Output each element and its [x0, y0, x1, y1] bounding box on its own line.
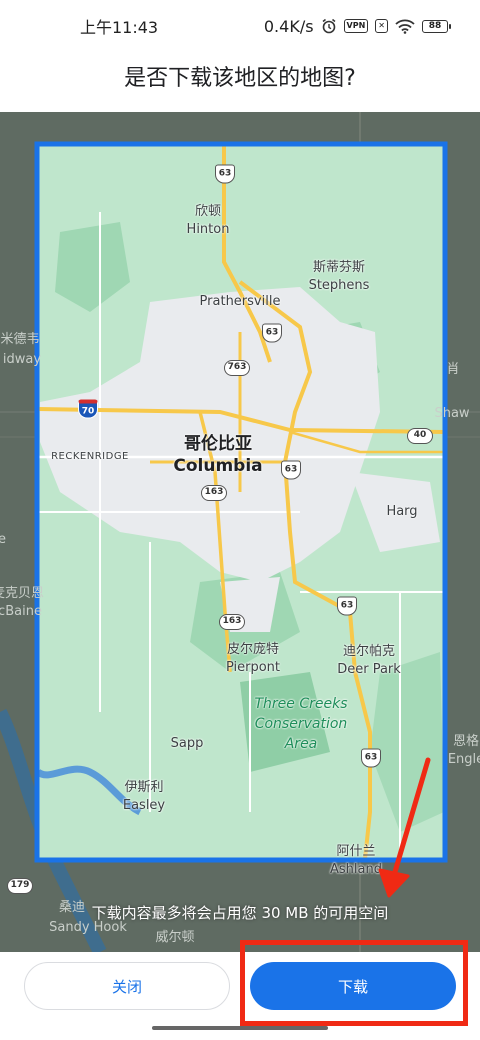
- mcbaine-label: cBaine: [0, 604, 42, 619]
- us-63-shield: 63: [361, 748, 381, 768]
- breckenridge-label: RECKENRIDGE: [51, 451, 129, 462]
- download-button[interactable]: 下载: [250, 962, 456, 1010]
- sapp-label: Sapp: [170, 736, 204, 751]
- selected-region: [35, 145, 445, 860]
- prathersville-label: Prathersville: [199, 294, 281, 309]
- pierpont-label: Pierpont: [225, 660, 281, 675]
- route-179-shield: 179: [7, 878, 33, 894]
- us-63-shield: 63: [262, 323, 282, 343]
- easley-label-zh: 伊斯利: [124, 780, 164, 795]
- park-label-line3: Area: [284, 736, 318, 752]
- map-view[interactable]: 米德韦 idway e 麦克贝恩 cBaine 肖 Shaw 恩格 Engle …: [0, 112, 480, 952]
- pierpont-label-zh: 皮尔庞特: [226, 642, 280, 657]
- englewood-label-zh: 恩格: [452, 734, 480, 749]
- vpn-icon: VPN: [343, 19, 369, 33]
- left-e-label: e: [0, 532, 6, 547]
- alarm-icon: [321, 18, 337, 34]
- battery-icon: 88: [422, 19, 451, 33]
- midway-label-zh: 米德韦: [0, 332, 40, 347]
- route-763-shield: 763: [224, 360, 250, 376]
- download-size-note: 下载内容最多将会占用您 30 MB 的可用空间: [91, 904, 389, 922]
- harg-label: Harg: [386, 504, 418, 519]
- wilton-label-zh: 威尔顿: [155, 930, 195, 945]
- deer-park-label: Deer Park: [337, 662, 401, 677]
- network-speed: 0.4K/s: [263, 16, 314, 36]
- us-63-shield: 63: [215, 164, 235, 184]
- columbia-label-zh: 哥伦比亚: [184, 434, 252, 454]
- hinton-label: Hinton: [186, 222, 230, 237]
- ashland-label: Ashland: [330, 862, 382, 877]
- us-40-shield: 40: [407, 428, 433, 444]
- columbia-label: Columbia: [173, 456, 263, 476]
- home-indicator[interactable]: [152, 1026, 328, 1030]
- park-label-line1: Three Creeks: [254, 696, 348, 712]
- no-sim-icon: ✕: [375, 19, 388, 33]
- park-label-line2: Conservation: [254, 716, 348, 732]
- shaw-label-zh: 肖: [446, 362, 460, 377]
- us-63-shield: 63: [337, 596, 357, 616]
- status-icons: 0.4K/s VPN ✕ 88: [263, 16, 451, 36]
- easley-label: Easley: [122, 798, 166, 813]
- wifi-icon: [395, 19, 415, 34]
- stephens-label: Stephens: [308, 278, 370, 293]
- map-graphic: [0, 112, 480, 952]
- status-bar: 上午11:43 0.4K/s VPN ✕ 88: [0, 0, 480, 52]
- stephens-label-zh: 斯蒂芬斯: [312, 260, 366, 275]
- deer-park-label-zh: 迪尔帕克: [342, 644, 396, 659]
- close-button[interactable]: 关闭: [24, 962, 230, 1010]
- ashland-label-zh: 阿什兰: [336, 844, 376, 859]
- shaw-label: Shaw: [434, 406, 470, 421]
- route-163-shield: 163: [201, 485, 227, 501]
- mcbaine-label-zh: 麦克贝恩: [0, 586, 45, 601]
- hinton-label-zh: 欣顿: [194, 204, 222, 219]
- englewood-label: Engle: [447, 752, 480, 767]
- status-time: 上午11:43: [80, 18, 159, 37]
- dialog-title: 是否下载该地区的地图?: [124, 66, 356, 91]
- midway-label: idway: [2, 352, 42, 367]
- route-163-shield: 163: [219, 614, 245, 630]
- interstate-70-shield: 70: [78, 399, 98, 419]
- us-63-shield: 63: [281, 460, 301, 480]
